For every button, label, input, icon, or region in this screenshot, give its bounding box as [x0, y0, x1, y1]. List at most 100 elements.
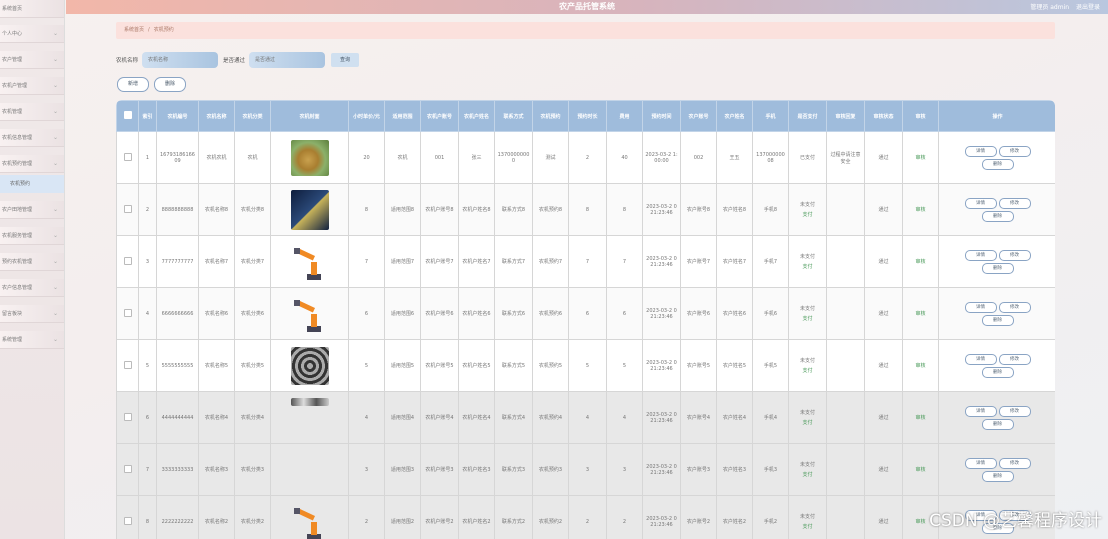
- pay-link[interactable]: 支付: [791, 523, 824, 530]
- edit-button[interactable]: 修改: [998, 457, 1031, 469]
- chevron-down-icon: ⌄: [52, 56, 58, 63]
- cell-scope: 适用范围7: [384, 235, 421, 288]
- pay-link[interactable]: 支付: [791, 367, 824, 374]
- table-row[interactable]: 2 8888888888 农机名称8 农机分类8 8 适用范围8 农机户账号8 农机户姓名8 联…: [116, 183, 1055, 236]
- logout-link[interactable]: 退出登录: [1076, 4, 1100, 11]
- edit-button[interactable]: 修改: [998, 301, 1031, 313]
- edit-button[interactable]: 修改: [998, 249, 1031, 261]
- detail-button[interactable]: 详情: [964, 457, 997, 469]
- delete-button[interactable]: 删除: [154, 77, 186, 92]
- edit-button[interactable]: 修改: [998, 197, 1031, 209]
- detail-button[interactable]: 详情: [964, 249, 997, 261]
- detail-button[interactable]: 详情: [964, 301, 997, 313]
- sidebar-item[interactable]: 农机预约管理 ⌄: [0, 155, 64, 173]
- sidebar-item[interactable]: 农机户管理 ⌄: [0, 77, 64, 95]
- pay-link[interactable]: 支付: [791, 419, 824, 426]
- column-header: 农机名称: [198, 100, 235, 132]
- sidebar-item-label: 个人中心: [2, 31, 23, 37]
- pay-link[interactable]: 支付: [791, 471, 824, 478]
- machine-cover-image: [291, 294, 329, 334]
- detail-button[interactable]: 详情: [964, 353, 997, 365]
- row-checkbox[interactable]: [123, 360, 132, 369]
- sidebar-item[interactable]: 留言板块 ⌄: [0, 305, 64, 323]
- breadcrumb-home[interactable]: 系统首页: [124, 27, 144, 33]
- row-delete-button[interactable]: 删除: [981, 262, 1014, 274]
- table-row[interactable]: 8 2222222222 农机名称2 农机分类2 2 适用范围2 农机户账号2 农机户姓名2 联…: [116, 495, 1055, 539]
- sidebar-item[interactable]: 农户田地管理 ⌄: [0, 201, 64, 219]
- pay-link[interactable]: 支付: [791, 211, 824, 218]
- column-header: 农机编号: [156, 100, 199, 132]
- audit-link[interactable]: 审核: [915, 467, 925, 473]
- sidebar-item[interactable]: 农户管理 ⌄: [0, 51, 64, 69]
- audit-link[interactable]: 审核: [915, 259, 925, 265]
- row-delete-button[interactable]: 删除: [981, 314, 1014, 326]
- detail-button[interactable]: 详情: [964, 197, 997, 209]
- table-row[interactable]: 4 6666666666 农机名称6 农机分类6 6 适用范围6 农机户账号6 农机户姓名6 联…: [116, 287, 1055, 340]
- column-header[interactable]: [116, 100, 139, 132]
- row-delete-button[interactable]: 删除: [981, 418, 1014, 430]
- row-checkbox[interactable]: [123, 464, 132, 473]
- cell-paid: 未支付 支付: [788, 391, 827, 444]
- cell-name: 农机名称7: [198, 235, 235, 288]
- table-row[interactable]: 5 5555555555 农机名称5 农机分类5 5 适用范围5 农机户账号5 农机户姓名5 联…: [116, 339, 1055, 392]
- cell-name: 农机名称6: [198, 287, 235, 340]
- table-row[interactable]: 3 7777777777 农机名称7 农机分类7 7 适用范围7 农机户账号7 农机户姓名7 联…: [116, 235, 1055, 288]
- sidebar-item[interactable]: 农户信息管理 ⌄: [0, 279, 64, 297]
- sidebar-item[interactable]: 系统首页: [0, 0, 64, 18]
- edit-button[interactable]: 修改: [998, 405, 1031, 417]
- row-delete-button[interactable]: 删除: [981, 366, 1014, 378]
- pass-status-input[interactable]: [249, 52, 325, 68]
- sidebar-item[interactable]: 个人中心 ⌄: [0, 25, 64, 43]
- sidebar-item[interactable]: 农机管理 ⌄: [0, 103, 64, 121]
- edit-button[interactable]: 修改: [998, 353, 1031, 365]
- sidebar-item[interactable]: 系统管理 ⌄: [0, 331, 64, 349]
- sidebar-subitem-reservation[interactable]: 农机预约: [0, 175, 64, 193]
- row-checkbox[interactable]: [123, 516, 132, 525]
- row-delete-button[interactable]: 删除: [981, 470, 1014, 482]
- audit-link[interactable]: 审核: [915, 363, 925, 369]
- audit-link[interactable]: 审核: [915, 519, 925, 525]
- edit-button[interactable]: 修改: [998, 145, 1031, 157]
- cell-price: 7: [348, 235, 385, 288]
- query-button[interactable]: 查询: [331, 53, 359, 67]
- select-all-checkbox[interactable]: [123, 111, 132, 119]
- sidebar-item-label: 农机户管理: [2, 83, 28, 89]
- cell-acct: 农机户账号8: [420, 183, 459, 236]
- table-row[interactable]: 1 1679318616609 农机农机 农机 20 农机 001 张三 13700000000…: [116, 131, 1055, 184]
- pay-link[interactable]: 支付: [791, 315, 824, 322]
- cell-code: 1679318616609: [156, 131, 199, 184]
- row-checkbox[interactable]: [123, 152, 132, 161]
- detail-button[interactable]: 详情: [964, 405, 997, 417]
- row-checkbox[interactable]: [123, 256, 132, 265]
- audit-link[interactable]: 审核: [915, 207, 925, 213]
- row-checkbox[interactable]: [123, 412, 132, 421]
- row-checkbox[interactable]: [123, 204, 132, 213]
- row-checkbox[interactable]: [123, 308, 132, 317]
- add-button[interactable]: 新增: [117, 77, 149, 92]
- sidebar-item[interactable]: 预约农机管理 ⌄: [0, 253, 64, 271]
- cell-fee: 5: [606, 339, 643, 392]
- table-row[interactable]: 6 4444444444 农机名称4 农机分类4 4 适用范围4 农机户账号4 农机户姓名4 联…: [116, 391, 1055, 444]
- column-header: 联系方式: [494, 100, 533, 132]
- cell-mobile: 手机7: [752, 235, 789, 288]
- audit-link[interactable]: 审核: [915, 155, 925, 161]
- cell-audit: 审核: [902, 391, 939, 444]
- cell-status: 通过: [864, 391, 903, 444]
- row-delete-button[interactable]: 删除: [981, 158, 1014, 170]
- pay-link[interactable]: 支付: [791, 263, 824, 270]
- chevron-down-icon: ⌄: [52, 232, 58, 239]
- sidebar-item[interactable]: 农机服务管理 ⌄: [0, 227, 64, 245]
- machine-cover-image: [291, 439, 329, 475]
- cell-cat: 农机分类7: [234, 235, 271, 288]
- audit-link[interactable]: 审核: [915, 415, 925, 421]
- column-header: 预约时间: [642, 100, 681, 132]
- sidebar-item[interactable]: 农机信息管理 ⌄: [0, 129, 64, 147]
- row-delete-button[interactable]: 删除: [981, 210, 1014, 222]
- column-header: 是否支付: [788, 100, 827, 132]
- chevron-down-icon: ⌄: [52, 134, 58, 141]
- detail-button[interactable]: 详情: [964, 145, 997, 157]
- audit-link[interactable]: 审核: [915, 311, 925, 317]
- table-row[interactable]: 7 3333333333 农机名称3 农机分类3 3 适用范围3 农机户账号3 农机户姓名3 联…: [116, 443, 1055, 496]
- cell-time: 2023-03-2 0 21:23:46: [642, 235, 681, 288]
- machine-name-input[interactable]: [142, 52, 218, 68]
